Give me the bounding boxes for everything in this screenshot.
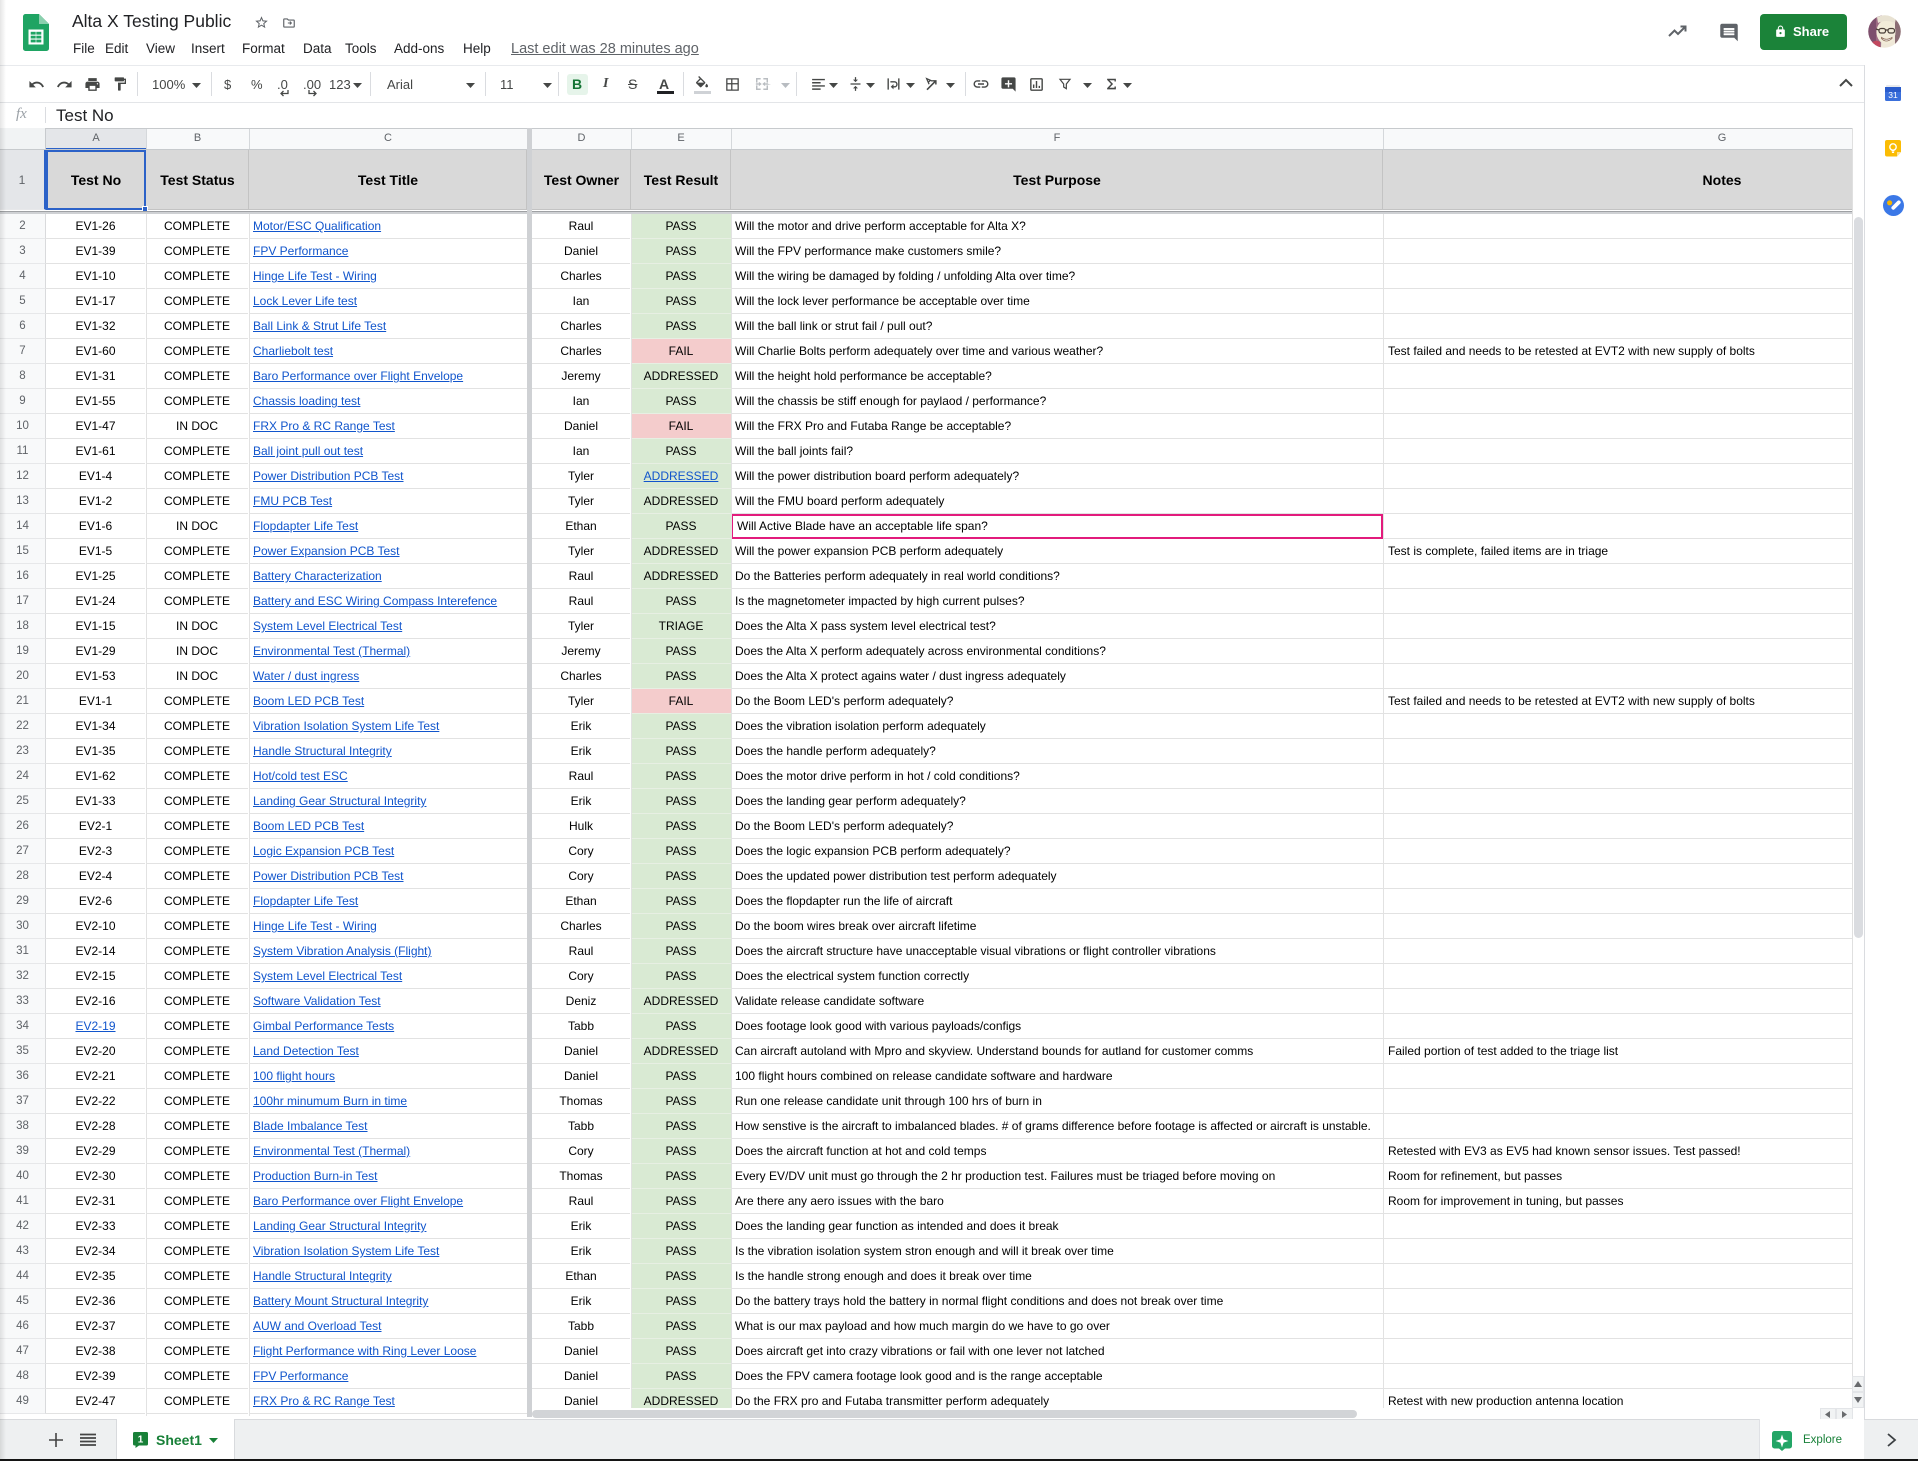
svg-text:31: 31 bbox=[1888, 90, 1898, 100]
svg-text:1: 1 bbox=[138, 1435, 144, 1446]
